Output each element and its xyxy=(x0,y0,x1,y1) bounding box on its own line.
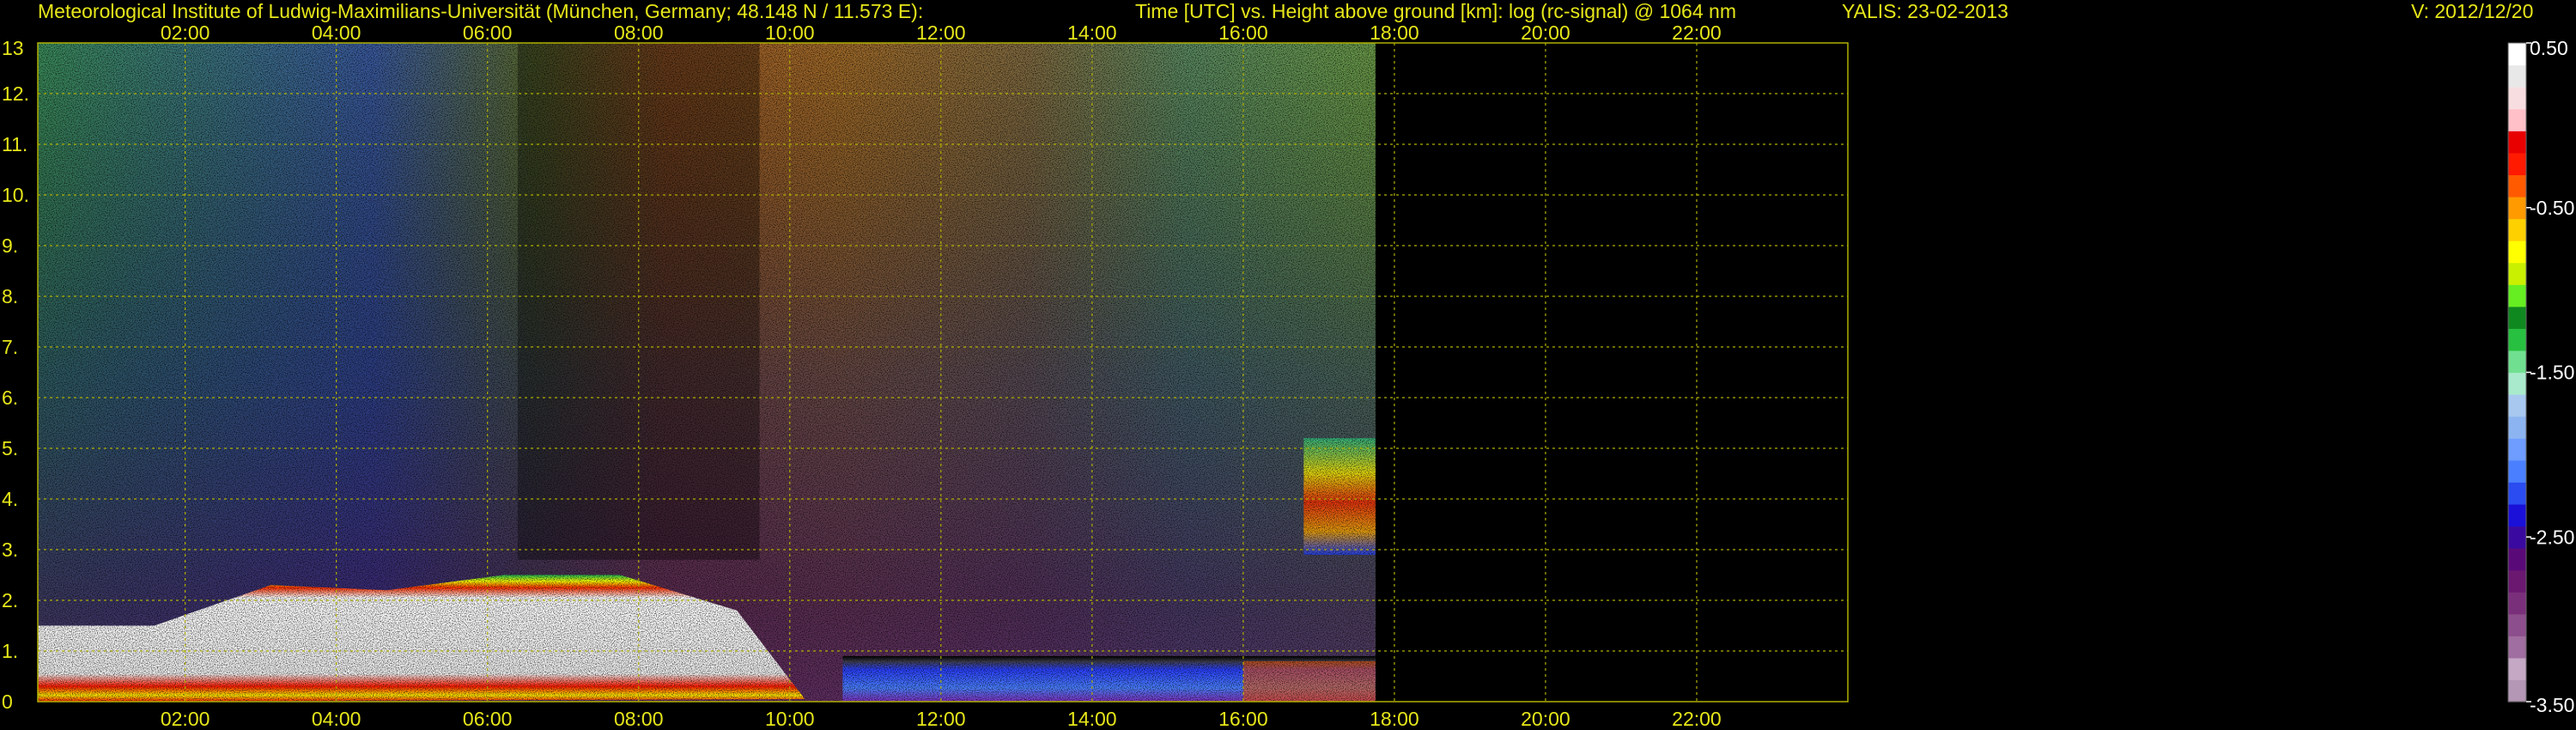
y-tick-label: 2. xyxy=(2,589,18,611)
colorbar-swatch xyxy=(2508,152,2526,175)
x-tick-label-bottom: 06:00 xyxy=(463,708,513,730)
y-tick-label: 1. xyxy=(2,640,18,662)
x-tick-label-bottom: 08:00 xyxy=(614,708,664,730)
colorbar-swatch xyxy=(2508,636,2526,659)
colorbar: 0.50 -0.50 -1.50 -2.50 -3.50 xyxy=(2507,37,2574,716)
y-tick-label: 5. xyxy=(2,437,18,459)
x-tick-label-top: 08:00 xyxy=(614,21,664,44)
x-tick-label-top: 22:00 xyxy=(1672,21,1722,44)
x-tick-label-bottom: 14:00 xyxy=(1067,708,1117,730)
y-tick-label: 4. xyxy=(2,488,18,510)
y-tick-label: 10. xyxy=(2,184,29,206)
x-tick-label-bottom: 04:00 xyxy=(312,708,361,730)
colorbar-swatch xyxy=(2508,372,2526,395)
colorbar-swatch xyxy=(2508,43,2526,66)
x-tick-label-bottom: 16:00 xyxy=(1218,708,1268,730)
y-tick-label: 13 xyxy=(2,37,24,59)
x-tick-label-bottom: 02:00 xyxy=(161,708,210,730)
colorbar-tick-label: -3.50 xyxy=(2530,694,2574,716)
y-tick-label: 7. xyxy=(2,336,18,358)
y-tick-label: 8. xyxy=(2,285,18,307)
colorbar-swatch xyxy=(2508,394,2526,417)
x-tick-label-bottom: 20:00 xyxy=(1521,708,1571,730)
x-tick-label-top: 02:00 xyxy=(161,21,210,44)
x-tick-label-bottom: 12:00 xyxy=(916,708,966,730)
y-tick-label: 3. xyxy=(2,538,18,561)
x-tick-label-bottom: 22:00 xyxy=(1672,708,1722,730)
y-tick-label: 11. xyxy=(2,133,27,155)
x-tick-label-top: 20:00 xyxy=(1521,21,1571,44)
signal-noise xyxy=(38,43,1376,702)
colorbar-swatch xyxy=(2508,218,2526,241)
colorbar-tick-label: -0.50 xyxy=(2530,197,2574,219)
x-tick-label-top: 12:00 xyxy=(916,21,966,44)
colorbar-swatch xyxy=(2508,87,2526,110)
y-tick-label: 0 xyxy=(2,690,13,713)
colorbar-swatch xyxy=(2508,64,2526,88)
x-tick-label-top: 16:00 xyxy=(1218,21,1268,44)
colorbar-swatch xyxy=(2508,196,2526,220)
colorbar-swatch xyxy=(2508,657,2526,681)
colorbar-swatch xyxy=(2508,108,2526,131)
colorbar-tick-label: -2.50 xyxy=(2530,526,2574,548)
x-tick-label-bottom: 10:00 xyxy=(765,708,815,730)
y-tick-label: 12. xyxy=(2,82,29,105)
colorbar-swatch xyxy=(2508,613,2526,636)
colorbar-swatch xyxy=(2508,503,2526,527)
x-tick-label-top: 14:00 xyxy=(1067,21,1117,44)
lidar-heatmap: 02:00 02:00 04:00 04:00 06:00 06:00 08:00 08:00… xyxy=(2,21,2574,730)
colorbar-tick-label: -1.50 xyxy=(2530,362,2574,384)
heatmap-image xyxy=(38,43,1376,702)
colorbar-swatch xyxy=(2508,328,2526,351)
colorbar-swatch xyxy=(2508,569,2526,593)
colorbar-swatch xyxy=(2508,526,2526,549)
colorbar-swatch xyxy=(2508,284,2526,307)
colorbar-swatch xyxy=(2508,240,2526,264)
colorbar-swatch xyxy=(2508,131,2526,154)
x-tick-label-top: 18:00 xyxy=(1370,21,1419,44)
colorbar-swatch xyxy=(2508,306,2526,329)
colorbar-swatch xyxy=(2508,548,2526,571)
colorbar-swatch xyxy=(2508,459,2526,483)
colorbar-swatch xyxy=(2508,679,2526,703)
x-tick-label-bottom: 18:00 xyxy=(1370,708,1419,730)
colorbar-tick-label: 0.50 xyxy=(2530,37,2568,59)
colorbar-swatch xyxy=(2508,174,2526,198)
colorbar-swatch xyxy=(2508,262,2526,285)
colorbar-swatch xyxy=(2508,482,2526,505)
colorbar-swatch xyxy=(2508,438,2526,461)
colorbar-swatch xyxy=(2508,416,2526,439)
x-tick-label-top: 06:00 xyxy=(463,21,513,44)
colorbar-swatch xyxy=(2508,592,2526,615)
y-tick-label: 9. xyxy=(2,234,18,257)
y-tick-label: 6. xyxy=(2,386,18,409)
x-tick-label-top: 10:00 xyxy=(765,21,815,44)
colorbar-swatch xyxy=(2508,350,2526,374)
x-tick-label-top: 04:00 xyxy=(312,21,361,44)
